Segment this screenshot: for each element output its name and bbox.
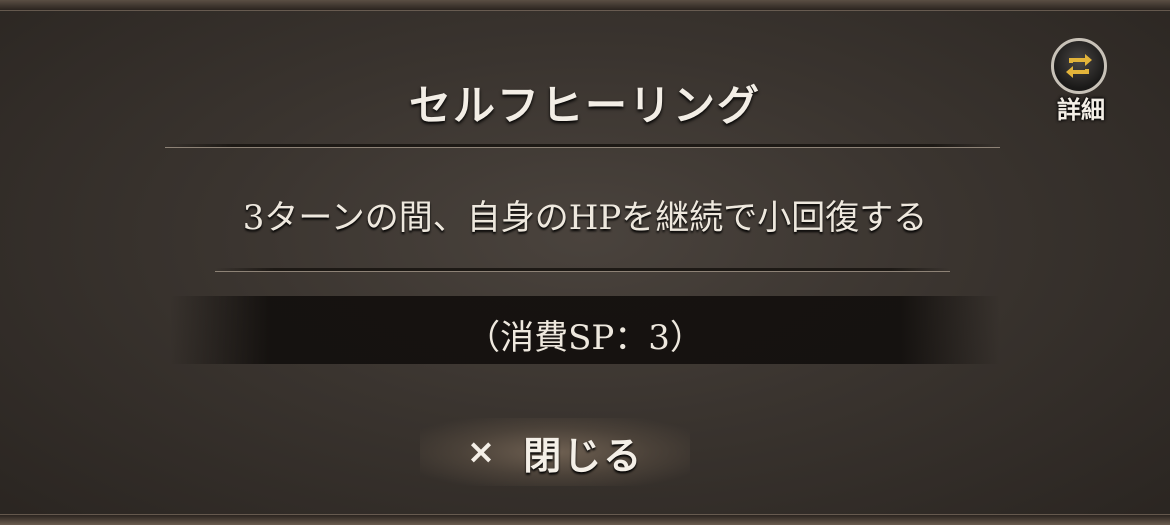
skill-dialog: セルフヒーリング 3ターンの間、自身のHPを継続で小回復する （消費SP：3） … — [0, 0, 1170, 525]
title-divider — [165, 144, 1000, 148]
swap-arrows-icon — [1051, 38, 1107, 94]
close-label: 閉じる — [523, 432, 644, 478]
frame-top-line — [0, 10, 1170, 11]
sp-cost: （消費SP：3） — [466, 318, 704, 358]
close-icon: × — [466, 432, 496, 472]
close-button[interactable]: × 閉じる — [420, 418, 690, 486]
frame-bottom-line — [0, 514, 1170, 515]
detail-button[interactable]: 詳細 — [1046, 36, 1116, 124]
skill-title: セルフヒーリング — [408, 81, 761, 130]
dialog-bottom-frame — [0, 515, 1170, 525]
dialog-top-frame — [0, 0, 1170, 10]
detail-label: 詳細 — [1057, 95, 1105, 124]
description-divider — [215, 268, 950, 272]
skill-description: 3ターンの間、自身のHPを継続で小回復する — [242, 198, 928, 238]
